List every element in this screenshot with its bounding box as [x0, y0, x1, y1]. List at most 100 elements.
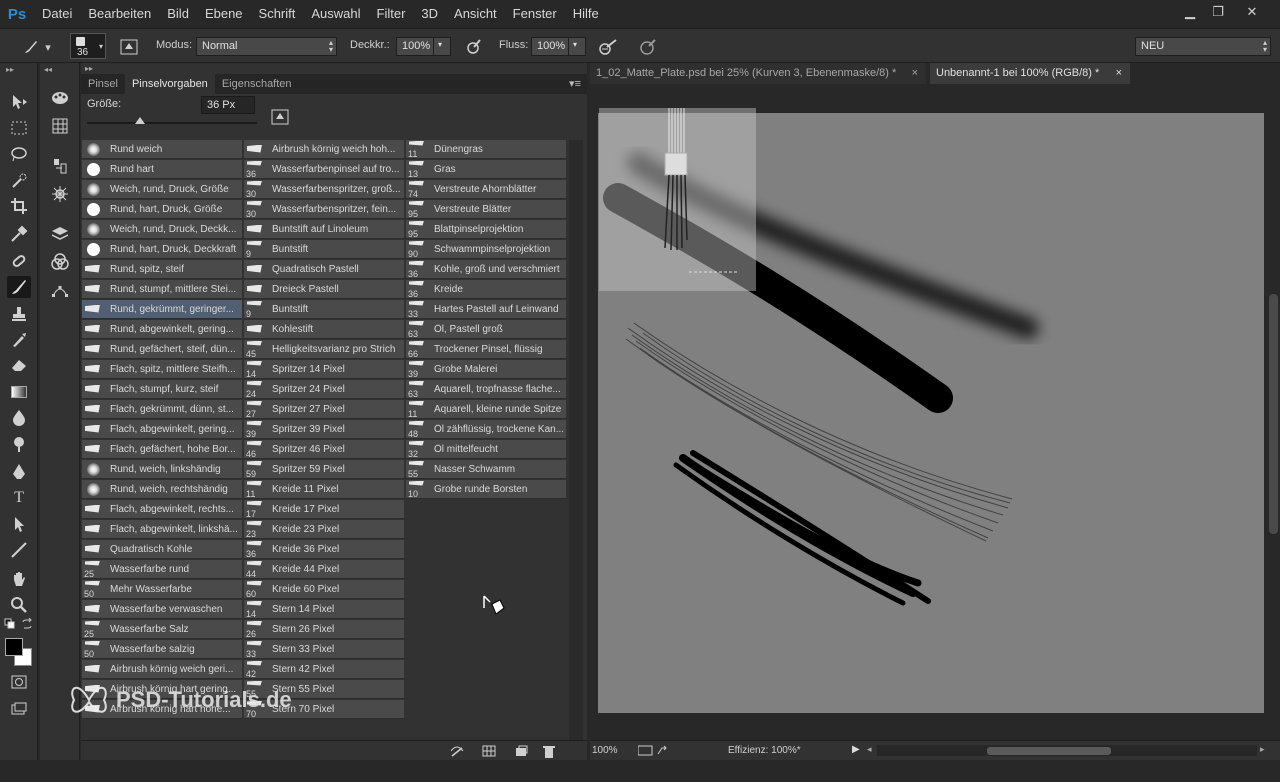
screen-mode-icon[interactable]: [7, 698, 31, 720]
menu-datei[interactable]: Datei: [34, 0, 80, 28]
brush-preset-item[interactable]: Rund, gefächert, steif, dün...: [82, 340, 242, 359]
brush-preset-item[interactable]: 95 Blattpinselprojektion: [406, 220, 566, 239]
brush-preset-item[interactable]: Quadratisch Pastell: [244, 260, 404, 279]
path-selection-tool-icon[interactable]: [7, 513, 31, 535]
brush-preset-item[interactable]: Flach, abgewinkelt, linkshä...: [82, 520, 242, 539]
brush-preset-item[interactable]: Rund, weich, linkshändig: [82, 460, 242, 479]
brush-preset-item[interactable]: Weich, rund, Druck, Deckk...: [82, 220, 242, 239]
brush-preset-item[interactable]: 11 Aquarell, kleine runde Spitze: [406, 400, 566, 419]
brush-preset-item[interactable]: 95 Verstreute Blätter: [406, 200, 566, 219]
brush-preset-item[interactable]: Flach, gefächert, hohe Bor...: [82, 440, 242, 459]
menu-ansicht[interactable]: Ansicht: [446, 0, 505, 28]
brush-preset-item[interactable]: 27 Spritzer 27 Pixel: [244, 400, 404, 419]
type-tool-icon[interactable]: T: [7, 487, 31, 509]
opacity-dropdown-icon[interactable]: ▾: [433, 37, 451, 56]
hand-tool-icon[interactable]: [7, 568, 31, 590]
brush-preset-item[interactable]: 9 Buntstift: [244, 300, 404, 319]
brush-preset-item[interactable]: 9 Buntstift: [244, 240, 404, 259]
delete-preset-icon[interactable]: [541, 744, 557, 758]
blur-tool-icon[interactable]: [7, 406, 31, 428]
brush-size-picker[interactable]: 36 ▾: [70, 33, 106, 59]
layers-panel-icon[interactable]: [48, 223, 72, 245]
minimize-button[interactable]: ▁: [1176, 0, 1204, 24]
brush-preset-item[interactable]: Flach, abgewinkelt, rechts...: [82, 500, 242, 519]
move-tool-icon[interactable]: [7, 91, 31, 113]
brush-preset-item[interactable]: 24 Spritzer 24 Pixel: [244, 380, 404, 399]
brush-preset-item[interactable]: 66 Trockener Pinsel, flüssig: [406, 340, 566, 359]
dodge-tool-icon[interactable]: [7, 433, 31, 455]
brush-preset-item[interactable]: Rund hart: [82, 160, 242, 179]
strip-collapse-icon[interactable]: ◂◂: [44, 65, 52, 74]
zoom-tool-icon[interactable]: [7, 594, 31, 616]
history-brush-tool-icon[interactable]: [7, 329, 31, 351]
brush-preset-item[interactable]: Weich, rund, Druck, Größe: [82, 180, 242, 199]
close-button[interactable]: ✕: [1238, 0, 1266, 24]
toolbox-collapse-icon[interactable]: ▸▸: [6, 65, 14, 74]
scroll-left-icon[interactable]: ◂: [867, 744, 872, 755]
brush-list-scrollbar[interactable]: [569, 140, 583, 740]
menu-schrift[interactable]: Schrift: [251, 0, 304, 28]
brush-preset-item[interactable]: Rund weich: [82, 140, 242, 159]
doc-tab-close-icon[interactable]: ×: [1116, 63, 1122, 84]
flow-input[interactable]: 100%: [531, 37, 569, 56]
line-tool-icon[interactable]: [7, 539, 31, 561]
lasso-tool-icon[interactable]: [7, 143, 31, 165]
doc-tab-matte-plate[interactable]: 1_02_Matte_Plate.psd bei 25% (Kurven 3, …: [590, 63, 926, 84]
history-panel-icon[interactable]: [48, 155, 72, 177]
brush-preset-item[interactable]: 50 Wasserfarbe salzig: [82, 640, 242, 659]
brush-preset-item[interactable]: Rund, weich, rechtshändig: [82, 480, 242, 499]
brush-preset-item[interactable]: 13 Gras: [406, 160, 566, 179]
create-new-preset-icon[interactable]: [271, 107, 289, 125]
brush-tool-preset-icon[interactable]: [20, 36, 42, 58]
mode-select[interactable]: Normal ▴ ▾: [196, 37, 337, 56]
brush-preset-item[interactable]: 39 Spritzer 39 Pixel: [244, 420, 404, 439]
brush-preset-item[interactable]: Rund, gekrümmt, geringer...: [82, 300, 242, 319]
default-colors-icon[interactable]: [3, 618, 17, 630]
brush-preset-item[interactable]: 11 Kreide 11 Pixel: [244, 480, 404, 499]
paths-panel-icon[interactable]: [48, 279, 72, 301]
swap-colors-icon[interactable]: [20, 618, 34, 630]
size-input[interactable]: 36 Px: [201, 96, 255, 114]
quick-selection-tool-icon[interactable]: [7, 170, 31, 192]
vertical-scrollbar[interactable]: [1266, 84, 1280, 740]
status-share-icon[interactable]: [637, 745, 667, 756]
size-slider-thumb[interactable]: [135, 117, 145, 124]
brush-preset-item[interactable]: 44 Kreide 44 Pixel: [244, 560, 404, 579]
gradient-tool-icon[interactable]: [7, 381, 31, 403]
clone-stamp-tool-icon[interactable]: [7, 303, 31, 325]
brush-preset-item[interactable]: 48 Öl zähflüssig, trockene Kan...: [406, 420, 566, 439]
brush-preset-item[interactable]: Airbrush körnig weich hoh...: [244, 140, 404, 159]
brush-preset-item[interactable]: 30 Wasserfarbenspritzer, fein...: [244, 200, 404, 219]
brush-preset-item[interactable]: 26 Stern 26 Pixel: [244, 620, 404, 639]
zoom-level[interactable]: 100%: [592, 745, 618, 756]
brush-preset-item[interactable]: 39 Grobe Malerei: [406, 360, 566, 379]
menu-bild[interactable]: Bild: [159, 0, 197, 28]
brush-preset-item[interactable]: 90 Schwammpinselprojektion: [406, 240, 566, 259]
brush-preset-item[interactable]: 14 Spritzer 14 Pixel: [244, 360, 404, 379]
brush-preset-item[interactable]: Quadratisch Kohle: [82, 540, 242, 559]
brush-preset-item[interactable]: Rund, spitz, steif: [82, 260, 242, 279]
horizontal-scroll-thumb[interactable]: [987, 747, 1111, 755]
brush-preset-item[interactable]: Airbrush körnig weich geri...: [82, 660, 242, 679]
doc-tab-close-icon[interactable]: ×: [912, 63, 918, 84]
brush-preset-item[interactable]: 36 Kreide 36 Pixel: [244, 540, 404, 559]
brush-preset-item[interactable]: Buntstift auf Linoleum: [244, 220, 404, 239]
brush-preset-item[interactable]: 60 Kreide 60 Pixel: [244, 580, 404, 599]
brush-preset-item[interactable]: 10 Grobe runde Borsten: [406, 480, 566, 499]
brush-preset-item[interactable]: Wasserfarbe verwaschen: [82, 600, 242, 619]
preset-dropdown-arrow-icon[interactable]: ▾: [42, 36, 54, 58]
menu-fenster[interactable]: Fenster: [505, 0, 565, 28]
channels-panel-icon[interactable]: [48, 251, 72, 273]
brush-preset-item[interactable]: Dreieck Pastell: [244, 280, 404, 299]
pen-tool-icon[interactable]: [7, 461, 31, 483]
menu-hilfe[interactable]: Hilfe: [565, 0, 607, 28]
brush-preset-item[interactable]: 63 Öl, Pastell groß: [406, 320, 566, 339]
foreground-color-swatch[interactable]: [5, 638, 23, 656]
pressure-size-icon[interactable]: [637, 36, 659, 58]
brush-preset-item[interactable]: Rund, stumpf, mittlere Stei...: [82, 280, 242, 299]
brush-preset-item[interactable]: 32 Öl mittelfeucht: [406, 440, 566, 459]
brush-preset-item[interactable]: 36 Kreide: [406, 280, 566, 299]
brush-preset-item[interactable]: 23 Kreide 23 Pixel: [244, 520, 404, 539]
actions-panel-icon[interactable]: [48, 183, 72, 205]
tab-pinsel[interactable]: Pinsel: [81, 74, 125, 94]
